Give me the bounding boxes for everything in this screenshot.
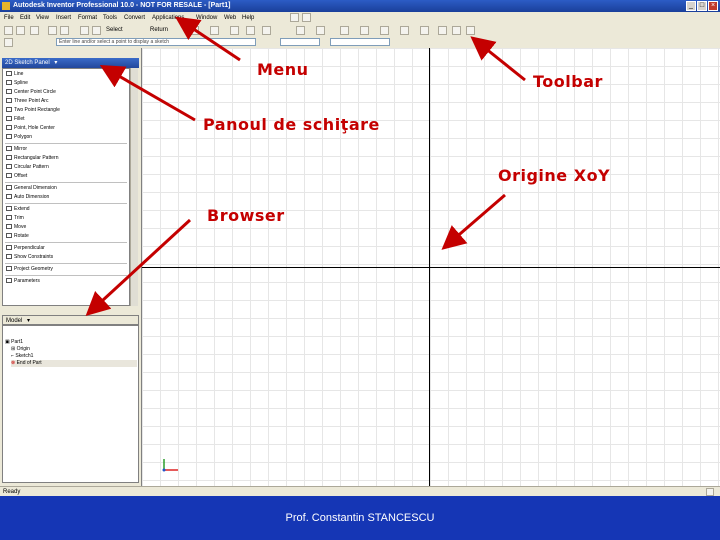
toolbar-arrow bbox=[470, 36, 526, 82]
menu-arrow bbox=[175, 16, 241, 62]
origin-annotation: Origine XoY bbox=[498, 166, 611, 185]
toolbar-annotation: Toolbar bbox=[533, 72, 603, 91]
sketch-panel-annotation: Panoul de schiţare bbox=[203, 115, 380, 134]
browser-arrow bbox=[85, 218, 192, 317]
origin-arrow bbox=[441, 193, 506, 250]
annotation-arrows bbox=[85, 16, 526, 317]
sketch-panel-arrow bbox=[99, 64, 196, 122]
browser-annotation: Browser bbox=[207, 206, 285, 225]
menu-annotation: Menu bbox=[257, 60, 309, 79]
